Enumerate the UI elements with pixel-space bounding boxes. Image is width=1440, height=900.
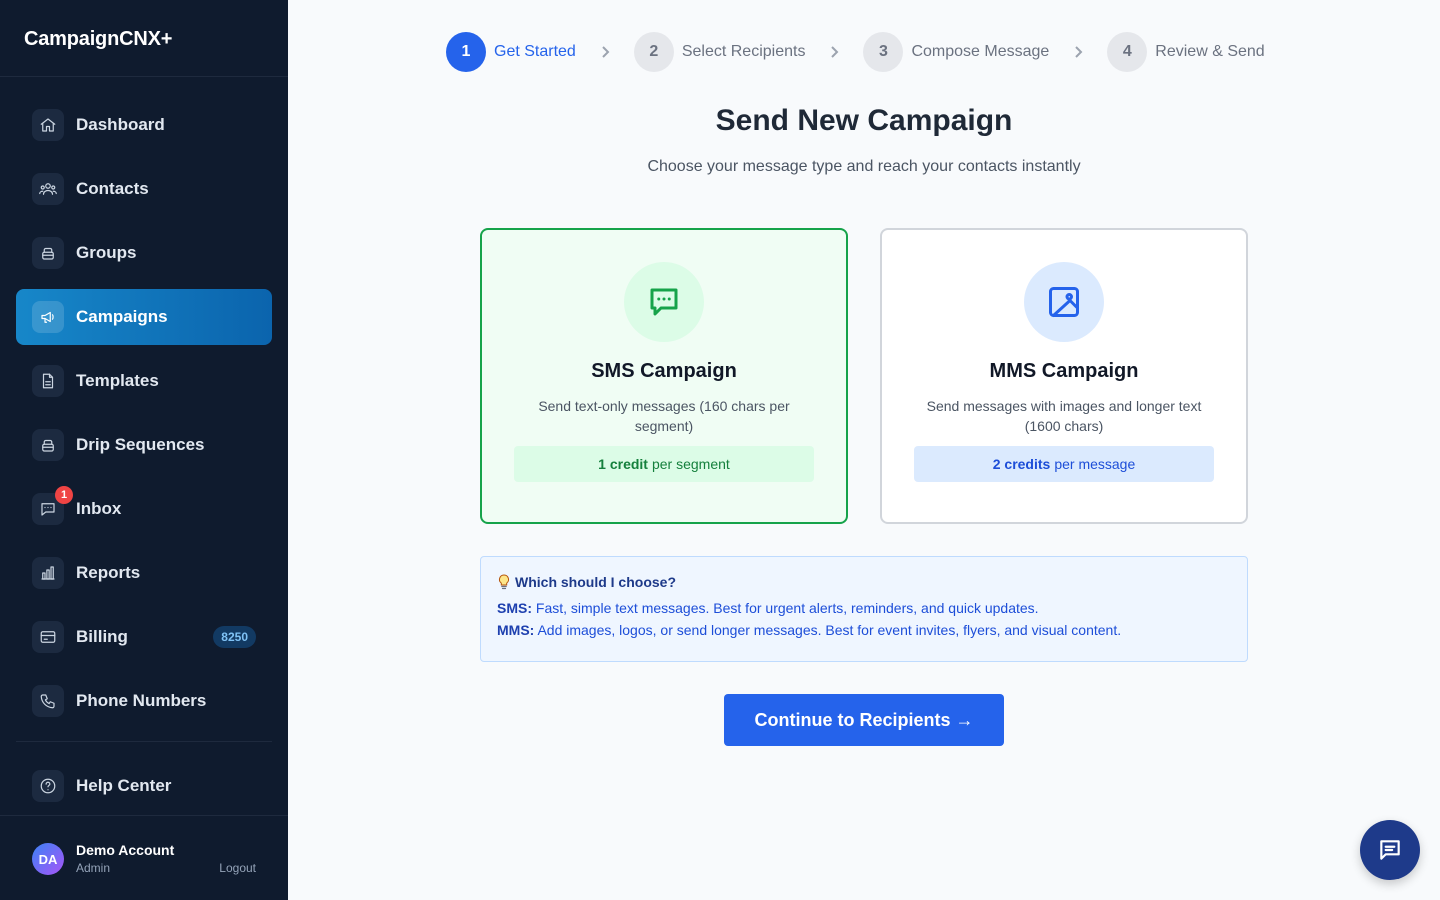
chevron-right-icon [1049,44,1107,60]
inbox-unread-badge: 1 [55,486,73,504]
card-title: SMS Campaign [591,360,737,382]
sidebar-item-label: Billing [76,627,128,646]
info-mms-label: MMS: [497,622,535,638]
credit-cost-pill: 1 credit per segment [514,446,814,482]
continue-to-recipients-button[interactable]: Continue to Recipients → [724,694,1004,746]
step-number: 4 [1107,32,1148,72]
sidebar-divider [16,741,272,742]
step-label: Get Started [494,43,576,60]
step-label: Review & Send [1155,43,1265,60]
sidebar-item-label: Drip Sequences [76,435,205,454]
info-sms-label: SMS: [497,600,532,616]
card-description: Send messages with images and longer tex… [926,398,1202,434]
bar-chart-icon [32,557,64,589]
image-icon [1024,262,1104,342]
credit-unit: per segment [651,456,730,472]
step-number: 2 [633,32,674,72]
avatar[interactable]: DA [32,843,64,875]
card-description: Send text-only messages (160 chars per s… [538,398,790,434]
account-role: Admin [76,861,111,875]
credit-cost-pill: 2 credits per message [914,446,1214,482]
sidebar-item-drip-sequences[interactable]: Drip Sequences [16,417,272,473]
logout-link[interactable]: Logout [219,861,256,875]
sidebar-nav: Dashboard Contacts Groups Campaigns Temp… [16,97,272,737]
info-sms-text: Fast, simple text messages. Best for urg… [535,600,1039,616]
step-number: 3 [863,32,904,72]
mms-campaign-card[interactable]: MMS Campaign Send messages with images a… [880,228,1248,524]
sidebar-item-label: Groups [76,243,137,262]
home-icon [32,109,64,141]
step-select-recipients[interactable]: 2 Select Recipients [633,32,806,72]
users-icon [32,173,64,205]
sidebar-item-templates[interactable]: Templates [16,353,272,409]
sidebar-item-dashboard[interactable]: Dashboard [16,97,272,153]
document-icon [32,365,64,397]
card-title: MMS Campaign [989,360,1139,382]
chat-bubble-icon: 1 [32,486,73,525]
help-info-box: Which should I choose? SMS: Fast, simple… [480,556,1248,662]
step-number: 1 [446,32,486,72]
sidebar-item-campaigns[interactable]: Campaigns [16,289,272,345]
sidebar-item-label: Inbox [76,499,122,518]
step-get-started[interactable]: 1 Get Started [446,32,576,72]
sidebar-item-phone-numbers[interactable]: Phone Numbers [16,673,272,729]
info-mms-text: Add images, logos, or send longer messag… [537,622,1122,638]
step-label: Select Recipients [681,43,806,60]
account-panel: DA Demo Account Admin Logout [0,815,288,900]
phone-icon [32,685,64,717]
sidebar-item-billing[interactable]: Billing 8250 [16,609,272,665]
sidebar: CampaignCNX+ Dashboard Contacts Groups C… [0,0,288,900]
chat-support-button[interactable] [1360,820,1420,880]
step-label: Compose Message [911,43,1050,60]
megaphone-icon [32,301,64,333]
sidebar-item-contacts[interactable]: Contacts [16,161,272,217]
sidebar-item-label: Templates [76,371,159,390]
brand-logo[interactable]: CampaignCNX+ [0,0,288,77]
credit-amount: 1 credit [598,456,648,472]
layers-icon [32,429,64,461]
page-title: Send New Campaign [715,104,1013,137]
help-section: Help Center [16,758,272,822]
progress-stepper: 1 Get Started 2 Select Recipients 3 Comp… [446,32,1265,72]
message-dots-icon [624,262,704,342]
credit-card-icon [32,621,64,653]
sidebar-item-label: Campaigns [76,307,168,326]
sidebar-item-label: Help Center [76,776,172,795]
account-name: Demo Account [76,842,175,858]
credit-amount: 2 credits [992,456,1051,472]
info-heading-text: Which should I choose? [515,574,676,590]
step-review-send[interactable]: 4 Review & Send [1107,32,1265,72]
lightbulb-icon [499,574,509,590]
layers-icon [32,237,64,269]
page-subtitle: Choose your message type and reach your … [647,158,1081,175]
sidebar-item-inbox[interactable]: 1 Inbox [16,481,272,537]
chevron-right-icon [805,44,863,60]
sidebar-item-reports[interactable]: Reports [16,545,272,601]
info-mms-line: MMS: Add images, logos, or send longer m… [497,622,1231,638]
sms-campaign-card[interactable]: SMS Campaign Send text-only messages (16… [480,228,848,524]
chevron-right-icon [576,44,634,60]
step-compose-message[interactable]: 3 Compose Message [863,32,1049,72]
credit-balance-badge: 8250 [213,626,256,648]
credit-unit: per message [1054,456,1136,472]
sidebar-item-label: Contacts [76,179,149,198]
help-circle-icon [32,770,64,802]
info-heading: Which should I choose? [497,574,1231,590]
sidebar-item-label: Dashboard [76,115,165,134]
sidebar-item-label: Phone Numbers [76,691,207,710]
info-sms-line: SMS: Fast, simple text messages. Best fo… [497,600,1231,616]
sidebar-item-help-center[interactable]: Help Center [16,758,272,814]
sidebar-item-label: Reports [76,563,141,582]
sidebar-item-groups[interactable]: Groups [16,225,272,281]
chat-icon [1380,840,1400,860]
